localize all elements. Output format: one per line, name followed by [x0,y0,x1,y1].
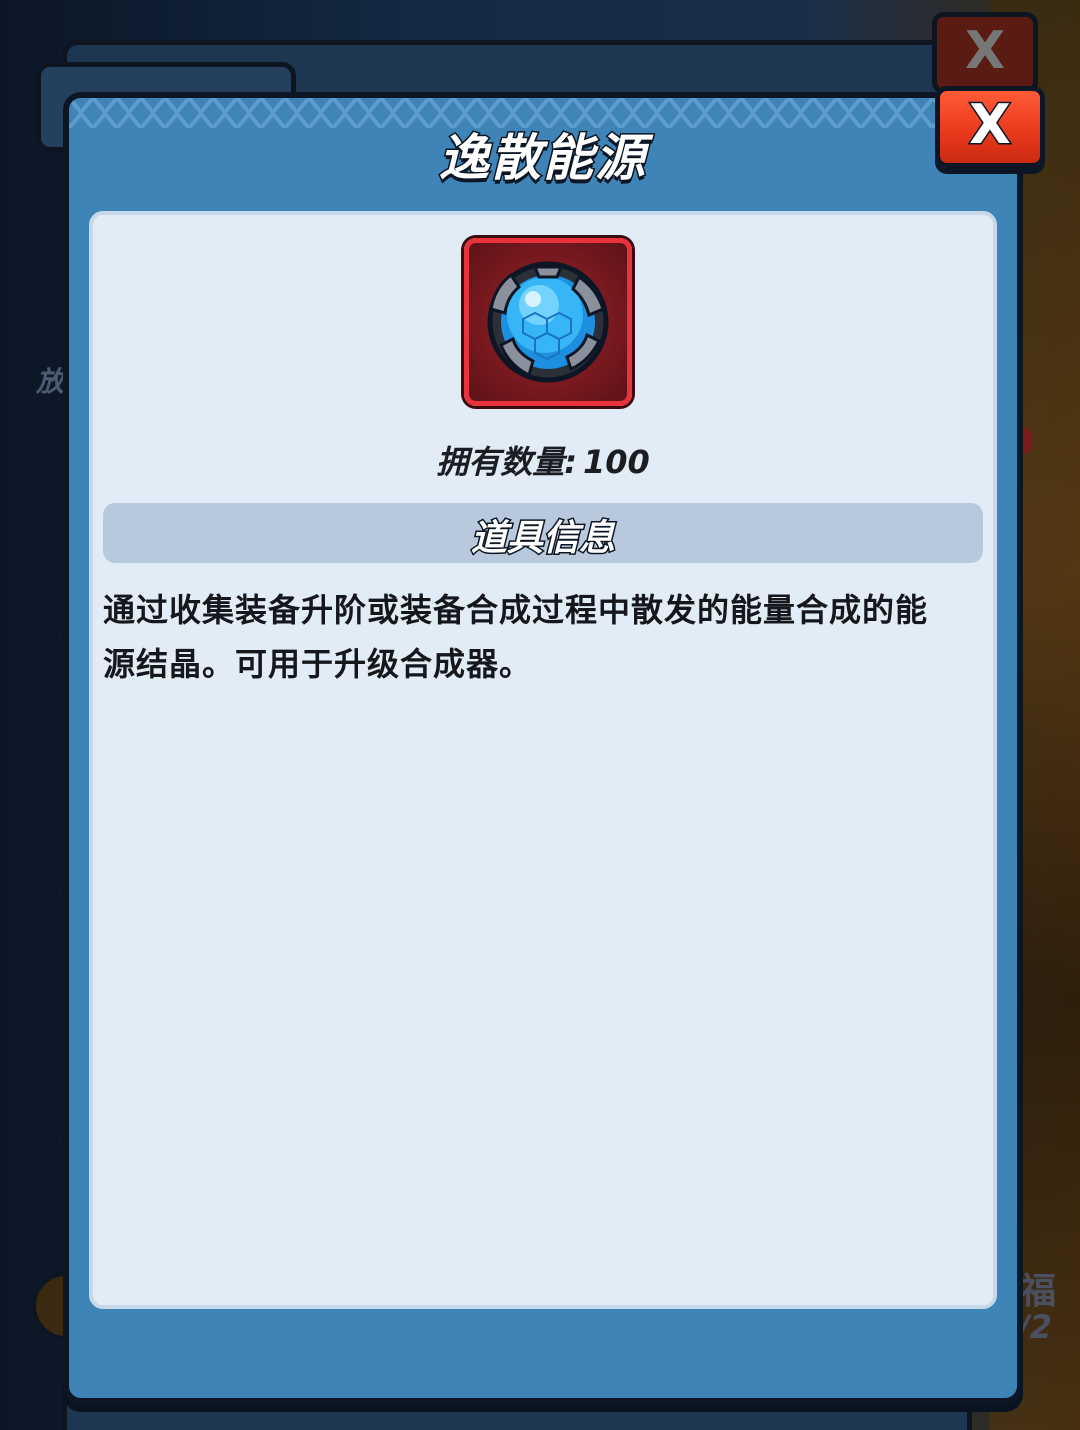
energy-crystal-orb-icon [487,261,609,383]
background-right-text: 福 [1020,1271,1057,1312]
item-info-title: 道具信息 [469,517,616,561]
background-left-text: 放 [36,365,65,398]
close-button[interactable]: X [935,86,1045,168]
background-close-button: X [932,12,1038,94]
close-icon: X [968,92,1013,158]
owned-count: 拥有数量: 100 [93,437,993,483]
owned-count-value: 100 [583,443,650,481]
item-description: 通过收集装备升阶或装备合成过程中散发的能量合成的能源结晶。可用于升级合成器。 [103,591,929,683]
owned-count-label: 拥有数量: [436,443,577,481]
dialog-title: 逸散能源 [438,128,647,189]
background-right-count: /2 [1018,1308,1052,1346]
dialog-header: 逸散能源 [69,98,1017,208]
item-icon-frame [464,238,632,406]
item-info-header: 道具信息 [103,503,983,563]
dialog-content: 拥有数量: 100 道具信息 通过收集装备升阶或装备合成过程中散发的能量合成的能源… [89,211,997,1309]
item-info-dialog: 逸散能源 拥有数量: 100 道具信息 通过收集装备升阶或装备合成过程中散发的能… [63,92,1023,1404]
background-close-label: X [964,21,1006,81]
